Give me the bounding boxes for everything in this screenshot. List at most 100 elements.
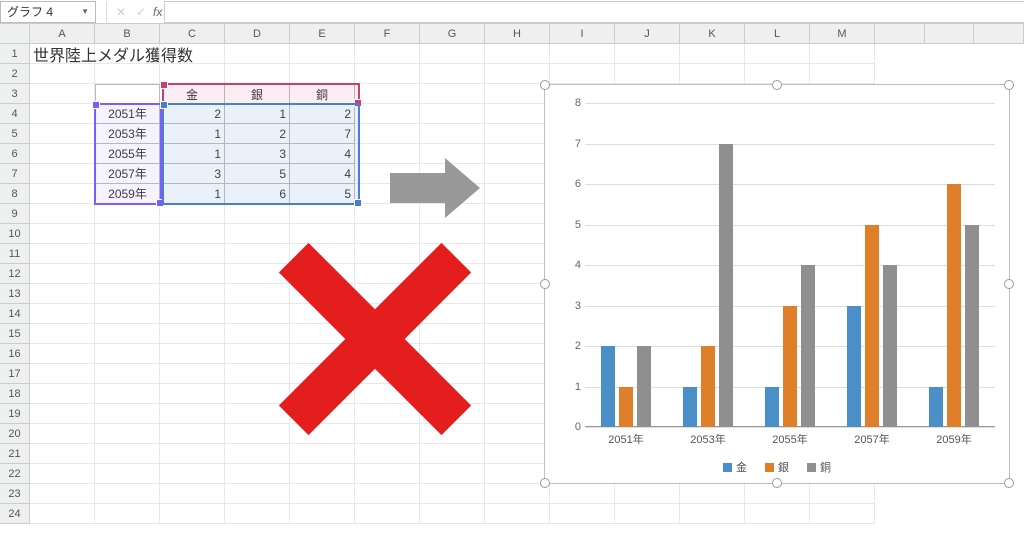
cell[interactable] — [160, 464, 225, 484]
row-header[interactable]: 13 — [0, 284, 30, 304]
cell[interactable] — [225, 64, 290, 84]
bar-group[interactable]: 2053年 — [678, 144, 738, 428]
cell[interactable] — [30, 284, 95, 304]
bar[interactable] — [847, 306, 861, 428]
cell[interactable] — [420, 444, 485, 464]
cell[interactable] — [30, 84, 95, 104]
cell[interactable] — [30, 104, 95, 124]
cell[interactable] — [290, 224, 355, 244]
cell[interactable] — [225, 224, 290, 244]
cell[interactable] — [420, 224, 485, 244]
cell[interactable] — [290, 484, 355, 504]
legend-item[interactable]: 金 — [723, 459, 747, 475]
cell[interactable] — [550, 44, 615, 64]
cell[interactable] — [485, 504, 550, 524]
cell[interactable] — [160, 364, 225, 384]
cell[interactable] — [485, 204, 550, 224]
cell[interactable] — [290, 444, 355, 464]
row-header[interactable]: 12 — [0, 264, 30, 284]
bar-group[interactable]: 2059年 — [924, 184, 984, 427]
bar[interactable] — [965, 225, 979, 428]
cell[interactable] — [550, 64, 615, 84]
row-header[interactable]: 1 — [0, 44, 30, 64]
cell[interactable] — [95, 304, 160, 324]
fx-label[interactable]: fx — [151, 5, 164, 19]
cell[interactable] — [30, 244, 95, 264]
chart-legend[interactable]: 金銀銅 — [545, 459, 1009, 475]
row-header[interactable]: 8 — [0, 184, 30, 204]
cell[interactable] — [355, 464, 420, 484]
cell[interactable] — [160, 384, 225, 404]
row-header[interactable]: 24 — [0, 504, 30, 524]
cell[interactable] — [355, 64, 420, 84]
cell[interactable] — [420, 44, 485, 64]
resize-handle[interactable] — [1004, 279, 1014, 289]
column-header[interactable]: D — [225, 24, 290, 44]
cell[interactable] — [485, 44, 550, 64]
resize-handle[interactable] — [772, 80, 782, 90]
cell[interactable] — [355, 504, 420, 524]
cell[interactable] — [485, 164, 550, 184]
resize-handle[interactable] — [772, 478, 782, 488]
row-header[interactable]: 18 — [0, 384, 30, 404]
bar[interactable] — [637, 346, 651, 427]
cell[interactable] — [420, 484, 485, 504]
cell[interactable] — [745, 44, 810, 64]
bar[interactable] — [619, 387, 633, 428]
cell[interactable] — [160, 404, 225, 424]
cell[interactable] — [810, 484, 875, 504]
cell[interactable] — [30, 64, 95, 84]
cell[interactable] — [30, 204, 95, 224]
chart-object[interactable]: 0123456782051年2053年2055年2057年2059年 金銀銅 — [544, 84, 1010, 484]
cell[interactable] — [420, 64, 485, 84]
bar[interactable] — [601, 346, 615, 427]
cell[interactable] — [160, 424, 225, 444]
legend-item[interactable]: 銀 — [765, 459, 789, 475]
cell[interactable] — [485, 324, 550, 344]
column-header[interactable]: E — [290, 24, 355, 44]
cell[interactable] — [30, 184, 95, 204]
row-header[interactable]: 5 — [0, 124, 30, 144]
cell[interactable] — [420, 104, 485, 124]
cell[interactable] — [160, 284, 225, 304]
cell[interactable] — [95, 504, 160, 524]
resize-handle[interactable] — [540, 478, 550, 488]
row-header[interactable]: 2 — [0, 64, 30, 84]
cell[interactable] — [30, 504, 95, 524]
cell[interactable] — [225, 44, 290, 64]
cell[interactable] — [550, 504, 615, 524]
cell[interactable] — [810, 504, 875, 524]
column-header[interactable]: F — [355, 24, 420, 44]
cell[interactable] — [95, 84, 160, 104]
legend-item[interactable]: 銅 — [807, 459, 831, 475]
cell[interactable] — [485, 424, 550, 444]
cell[interactable] — [160, 224, 225, 244]
cell[interactable] — [550, 484, 615, 504]
cell[interactable] — [615, 504, 680, 524]
cell[interactable] — [680, 504, 745, 524]
cell[interactable] — [95, 404, 160, 424]
plot-area[interactable]: 0123456782051年2053年2055年2057年2059年 — [585, 103, 995, 427]
bar[interactable] — [719, 144, 733, 428]
cell[interactable] — [355, 444, 420, 464]
cell[interactable] — [420, 84, 485, 104]
row-header[interactable]: 22 — [0, 464, 30, 484]
column-header[interactable]: J — [615, 24, 680, 44]
row-header[interactable]: 19 — [0, 404, 30, 424]
cell[interactable] — [355, 224, 420, 244]
cell[interactable] — [485, 404, 550, 424]
column-header[interactable]: G — [420, 24, 485, 44]
cell[interactable] — [160, 444, 225, 464]
cell[interactable] — [160, 244, 225, 264]
cell[interactable] — [95, 244, 160, 264]
cell[interactable] — [615, 484, 680, 504]
cell[interactable] — [95, 484, 160, 504]
cell[interactable] — [355, 124, 420, 144]
row-header[interactable]: 17 — [0, 364, 30, 384]
column-header[interactable]: I — [550, 24, 615, 44]
spreadsheet-grid[interactable]: ABCDEFGHIJKLM 12345678910111213141516171… — [0, 24, 1024, 538]
select-all-corner[interactable] — [0, 24, 30, 44]
cell[interactable] — [160, 504, 225, 524]
cell[interactable] — [95, 224, 160, 244]
bar-group[interactable]: 2051年 — [596, 346, 656, 427]
